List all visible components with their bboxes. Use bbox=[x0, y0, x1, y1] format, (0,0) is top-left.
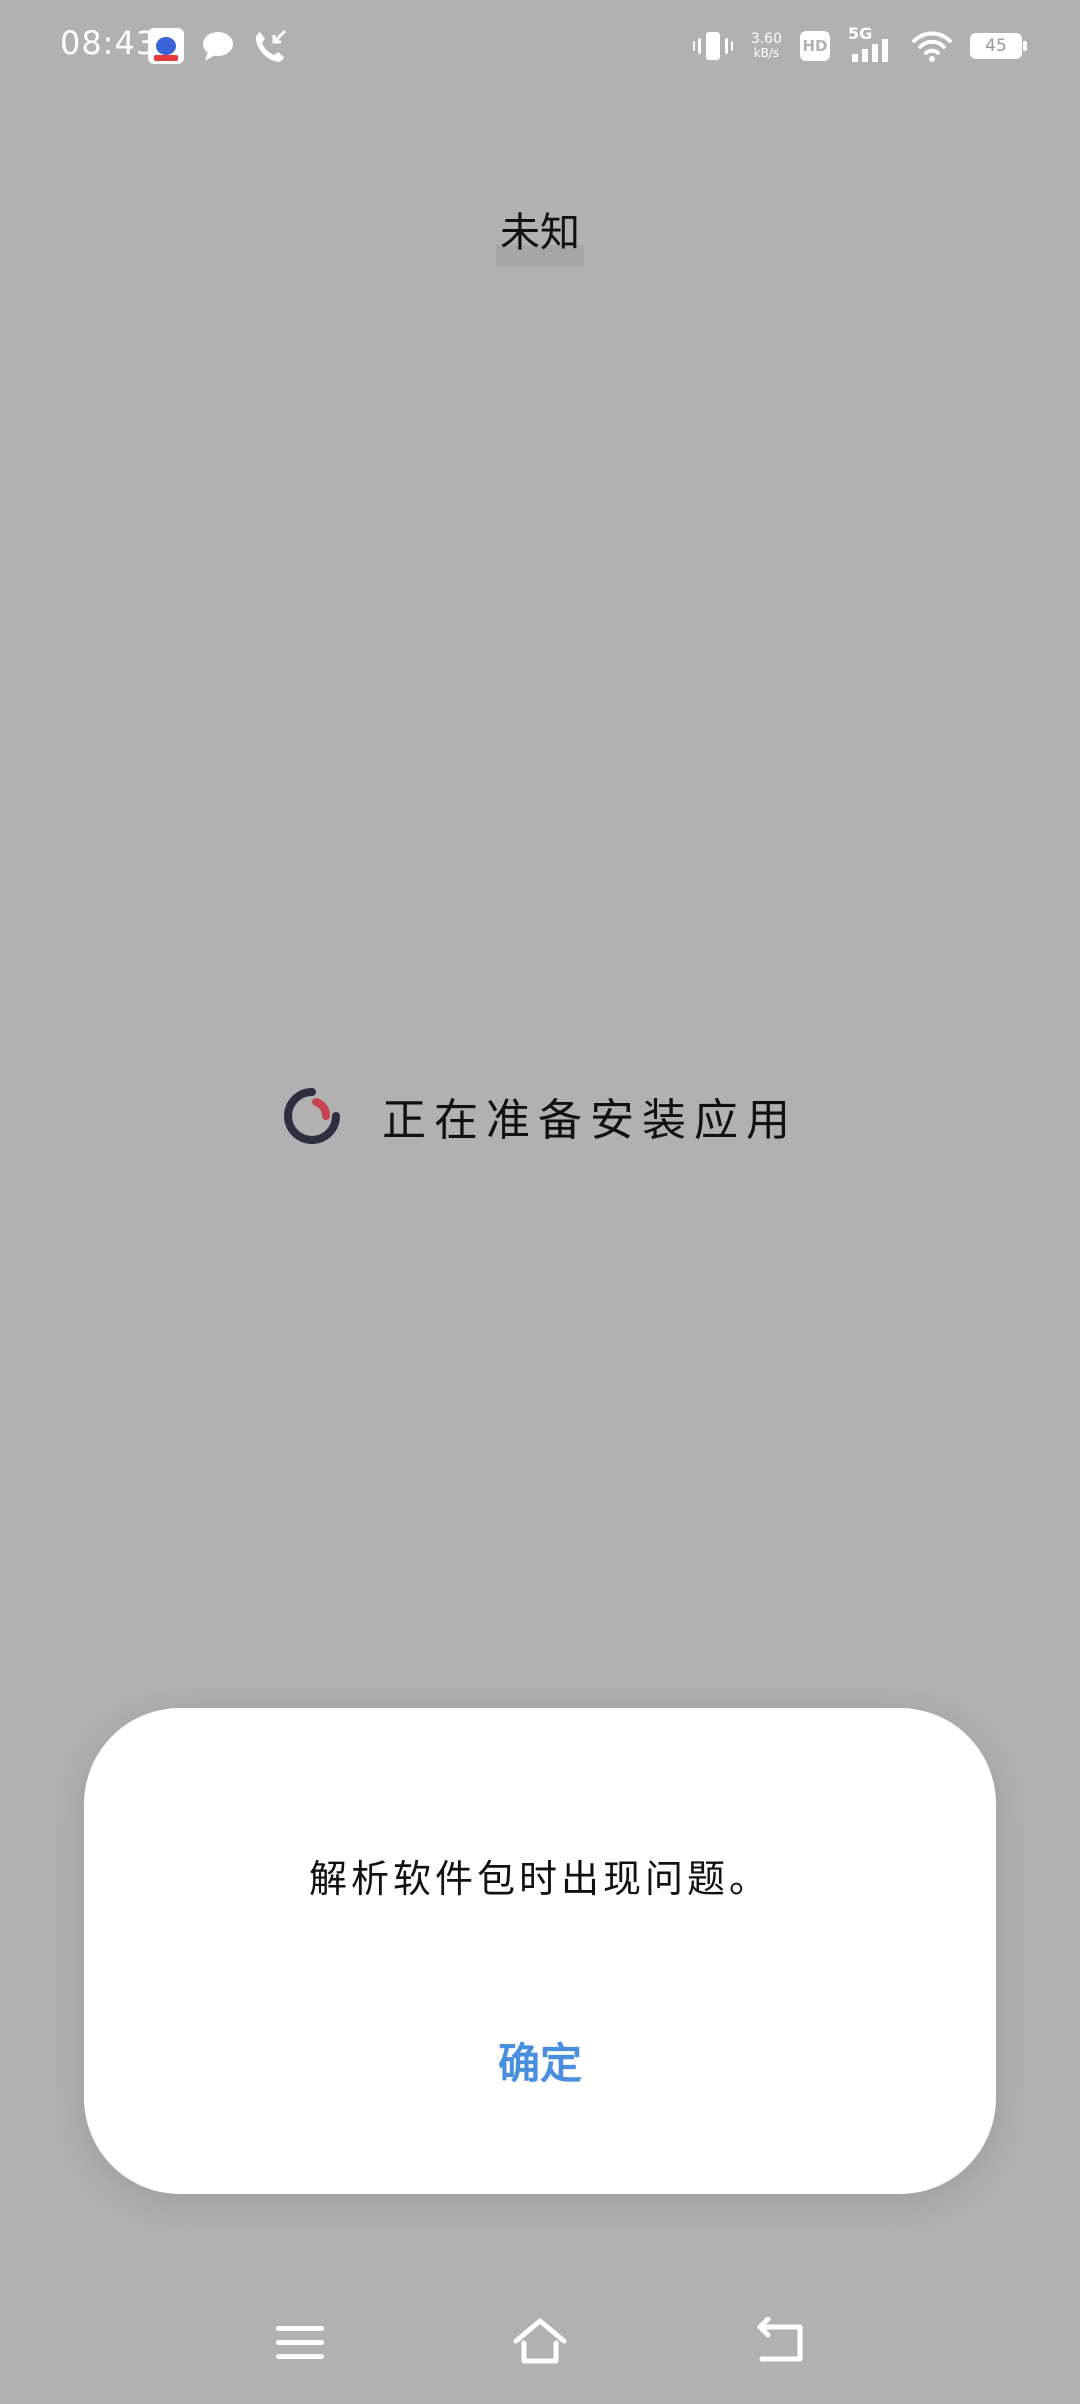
message-icon bbox=[203, 32, 233, 61]
menu-icon bbox=[276, 2326, 324, 2359]
install-progress-row: 正在准备安装应用 bbox=[0, 1080, 1080, 1152]
status-bar: 08:43 3.60 kB/s HD 5G 45 bbox=[0, 0, 1080, 96]
navigation-bar bbox=[0, 2300, 1080, 2380]
back-button[interactable] bbox=[748, 2310, 812, 2374]
status-time: 08:43 bbox=[60, 24, 158, 62]
install-status-text: 正在准备安装应用 bbox=[382, 1095, 798, 1146]
back-icon bbox=[757, 2317, 803, 2362]
notification-icons bbox=[148, 28, 288, 64]
home-button[interactable] bbox=[508, 2310, 572, 2374]
network-speed-unit: kB/s bbox=[753, 46, 780, 60]
app-name-container: 未知 bbox=[0, 196, 1080, 266]
system-status-icons: 3.60 kB/s HD 5G 45 bbox=[692, 24, 1027, 64]
network-speed: 3.60 kB/s bbox=[751, 32, 782, 60]
error-dialog: 解析软件包时出现问题。 确定 bbox=[84, 1708, 996, 2194]
wifi-icon bbox=[912, 31, 952, 62]
baidu-app-icon bbox=[148, 28, 184, 64]
battery-icon: 45 bbox=[970, 33, 1027, 59]
confirm-button[interactable]: 确定 bbox=[440, 2020, 640, 2100]
missed-call-icon bbox=[256, 29, 287, 62]
app-name: 未知 bbox=[496, 196, 584, 266]
vibrate-icon bbox=[692, 32, 733, 60]
loading-spinner-icon bbox=[284, 1088, 340, 1144]
hd-icon: HD bbox=[800, 31, 830, 61]
dialog-message: 解析软件包时出现问题。 bbox=[308, 1857, 771, 1901]
cellular-signal-icon: 5G bbox=[848, 24, 894, 64]
network-speed-value: 3.60 bbox=[750, 31, 782, 47]
menu-button[interactable] bbox=[268, 2310, 332, 2374]
home-icon bbox=[513, 2318, 567, 2364]
